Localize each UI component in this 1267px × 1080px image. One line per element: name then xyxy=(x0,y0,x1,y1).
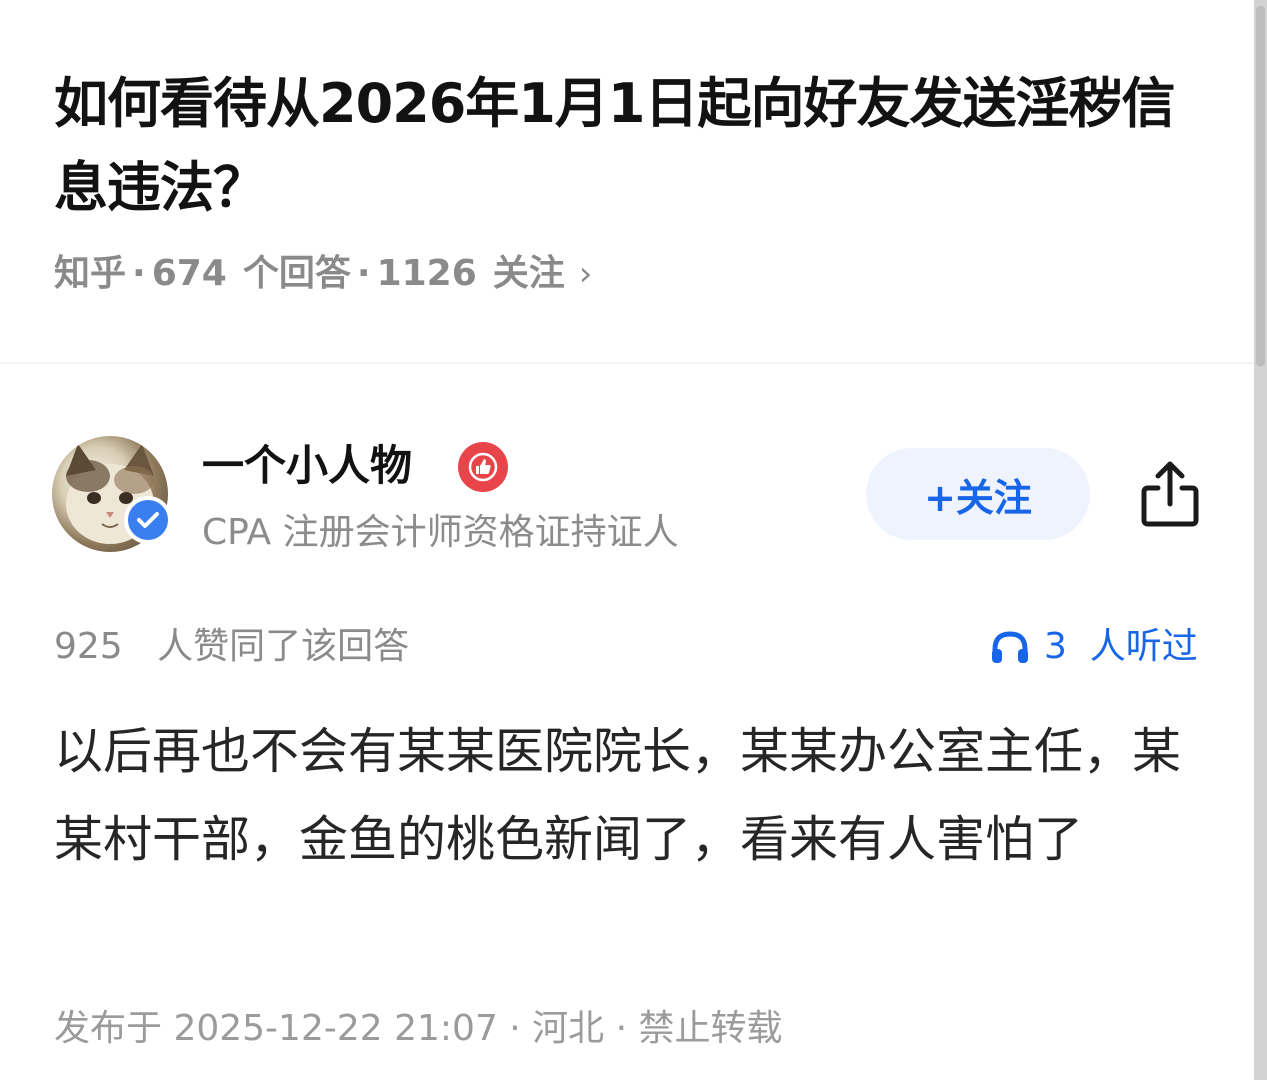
share-icon[interactable] xyxy=(1140,458,1200,528)
author-bio: CPA 注册会计师资格证持证人 xyxy=(202,512,679,553)
thumbs-up-badge-icon xyxy=(458,442,508,492)
listen-count: 3 xyxy=(1044,626,1067,667)
author-name[interactable]: 一个小人物 xyxy=(202,436,412,496)
question-meta[interactable]: 知乎 · 674 个回答 · 1126 关注 › xyxy=(54,248,592,300)
question-title[interactable]: 如何看待从2026年1月1日起向好友发送淫秽信息违法？ xyxy=(54,62,1224,230)
headphones-icon xyxy=(992,631,1028,663)
answer-count: 674 xyxy=(151,253,227,294)
source-label: 知乎 xyxy=(54,253,127,294)
answer-content[interactable]: 以后再也不会有某某医院院长，某某办公室主任，某某村干部，金鱼的桃色新闻了，看来有… xyxy=(54,708,1214,884)
meta-separator: · xyxy=(356,253,371,294)
vote-count: 925 xyxy=(54,626,123,667)
answer-footer: 发布于 2025-12-22 21:07 · 河北 · 禁止转载 xyxy=(54,1008,783,1049)
listen-summary[interactable]: 3 人听过 xyxy=(990,620,1198,674)
vote-summary: 925 人赞同了该回答 xyxy=(54,620,409,674)
chevron-right-icon: › xyxy=(578,254,593,294)
follow-button[interactable]: +关注 xyxy=(866,448,1090,540)
verified-check-icon xyxy=(124,496,172,544)
section-divider xyxy=(0,362,1254,364)
vote-text: 人赞同了该回答 xyxy=(157,626,410,667)
answer-count-unit: 个回答 xyxy=(242,253,351,294)
meta-separator: · xyxy=(132,253,146,294)
follow-count-unit: 关注 xyxy=(492,253,565,294)
listen-text: 人听过 xyxy=(1089,626,1198,667)
scrollbar-thumb[interactable] xyxy=(1256,6,1265,366)
follow-count: 1126 xyxy=(376,253,477,294)
